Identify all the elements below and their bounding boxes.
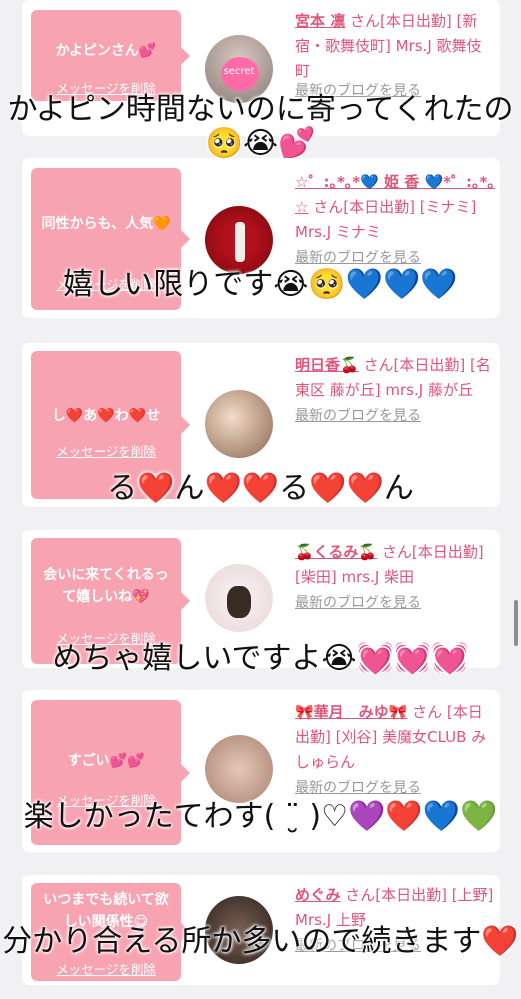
caption: る❤️ん❤️❤️る❤️❤️ん: [107, 471, 414, 506]
figure-silhouette: [235, 222, 245, 262]
avatar-badge-text: secret: [223, 66, 255, 77]
caption: めちゃ嬉しいですよ😭💓💓💓: [52, 641, 469, 676]
latest-blog-link[interactable]: 最新のブログを見る: [295, 780, 421, 796]
girl-name-link[interactable]: 宮本 凛: [295, 12, 345, 30]
delete-message-link[interactable]: メッセージを削除: [31, 959, 181, 978]
avatar[interactable]: [205, 390, 273, 458]
girl-info: 🎀華月 みゆ🎀 さん [本日出勤] [刈谷] 美魔女CLUB みしゅらん 最新の…: [295, 700, 495, 801]
latest-blog-link[interactable]: 最新のブログを見る: [295, 250, 421, 266]
delete-message-link[interactable]: メッセージを削除: [31, 441, 181, 460]
girl-name-link[interactable]: めぐみ: [295, 886, 340, 904]
girl-name-link[interactable]: 🍒くるみ🍒: [295, 543, 377, 561]
latest-blog-link[interactable]: 最新のブログを見る: [295, 595, 421, 611]
message-text: し❤️あ❤️わ❤️せ: [51, 408, 161, 424]
avatar[interactable]: [205, 206, 273, 274]
girl-details: さん[本日出勤] [ミナミ] Mrs.J ミナミ: [295, 198, 477, 241]
caption: 分かり合える所か多いので続きます❤️: [2, 924, 519, 959]
dog-figure: [227, 586, 251, 618]
scrollbar[interactable]: [514, 600, 518, 646]
girl-name-link[interactable]: 明日香🍒: [295, 356, 359, 374]
avatar[interactable]: [205, 564, 273, 632]
caption: 楽しかったてわす( ¨̮ )♡💜❤️💙💚: [23, 799, 498, 834]
message-text: 同性からも、人気🧡: [41, 216, 171, 232]
message-text: 会いに来てくれるって嬉しいね💖: [43, 567, 169, 605]
message-bubble: かよピンさん💕 メッセージを削除: [31, 10, 190, 101]
girl-info: 🍒くるみ🍒 さん[本日出勤] [柴田] mrs.J 柴田 最新のブログを見る: [295, 540, 495, 616]
girl-name-link[interactable]: 🎀華月 みゆ🎀: [295, 703, 407, 721]
girl-info: ☆゜:｡*｡*💙 姫 香 💙*゜:｡*｡☆ さん[本日出勤] [ミナミ] Mrs…: [295, 170, 495, 271]
girl-info: 明日香🍒 さん[本日出勤] [名東区 藤が丘] mrs.J 藤が丘 最新のブログ…: [295, 353, 495, 429]
message-text: かよピンさん💕: [55, 43, 157, 59]
avatar[interactable]: [205, 735, 273, 803]
message-text: すごい💕💕: [67, 753, 145, 769]
latest-blog-link[interactable]: 最新のブログを見る: [295, 408, 421, 424]
caption: かよピン時間ないのに寄ってくれたの🥺😭💕: [7, 92, 514, 161]
caption: 嬉しい限りです😭🥺💙💙💙: [63, 267, 458, 302]
